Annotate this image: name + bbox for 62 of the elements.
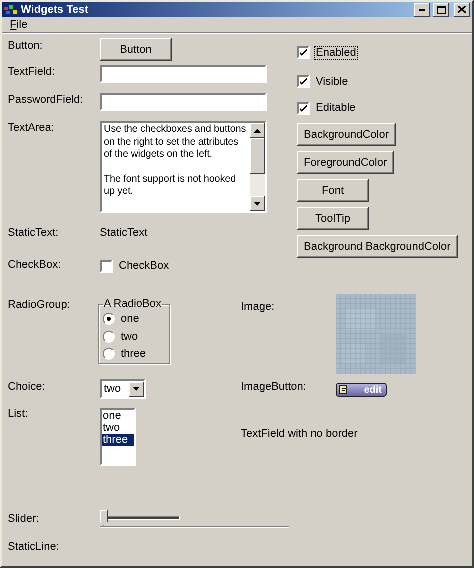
push-button[interactable]: BackgroundColor xyxy=(297,123,396,146)
radio-label[interactable]: two xyxy=(121,330,138,342)
dropdown[interactable]: two xyxy=(100,379,146,399)
push-button[interactable]: Font xyxy=(297,179,369,202)
checkbox[interactable] xyxy=(297,75,310,88)
up-arrow-icon xyxy=(254,128,261,132)
field-label: TextField: xyxy=(8,65,56,78)
radio-label[interactable]: one xyxy=(121,312,140,325)
text-area[interactable]: Use the checkboxes and buttons on the right to set the attributes of the widgets on the left. The font support is not hooked up yet. xyxy=(100,121,267,213)
field-label: Choice: xyxy=(8,380,46,393)
checkbox-label[interactable]: Visible xyxy=(315,76,350,88)
app-icon xyxy=(4,4,18,15)
push-button[interactable]: Background BackgroundColor xyxy=(297,235,458,258)
field-label: Image: xyxy=(241,300,276,313)
checkbox[interactable] xyxy=(100,260,113,272)
close-icon xyxy=(458,6,466,14)
menu-item[interactable]: File xyxy=(8,18,30,31)
checkbox[interactable] xyxy=(297,46,310,59)
radio-button[interactable] xyxy=(103,348,115,360)
push-button[interactable]: Button xyxy=(100,38,172,61)
text-field[interactable] xyxy=(100,65,267,83)
note-icon xyxy=(339,385,349,395)
checkbox-label[interactable]: CheckBox xyxy=(118,260,170,272)
radio-button[interactable] xyxy=(103,330,115,342)
password-field[interactable] xyxy=(100,93,267,111)
list-item[interactable]: three xyxy=(102,434,134,446)
minimize-button[interactable] xyxy=(414,2,430,17)
minimize-icon xyxy=(419,8,425,11)
checkmark-icon xyxy=(299,48,308,57)
push-button[interactable]: ToolTip xyxy=(297,207,369,230)
maximize-button[interactable] xyxy=(433,2,449,17)
field-label: StaticText: xyxy=(8,226,60,239)
checkbox-label[interactable]: Editable xyxy=(315,102,357,114)
checkmark-icon xyxy=(299,77,308,86)
field-label: List: xyxy=(8,408,30,420)
push-button[interactable]: ForegroundColor xyxy=(297,151,394,174)
field-label: Button: xyxy=(8,39,44,52)
field-label: TextArea: xyxy=(8,121,56,134)
field-label: RadioGroup: xyxy=(8,298,72,311)
checkbox[interactable] xyxy=(297,102,310,114)
window-title: Widgets Test xyxy=(21,4,90,16)
checkbox-label[interactable]: Enabled xyxy=(315,46,358,58)
field-label: PasswordField: xyxy=(8,93,84,106)
field-label: CheckBox: xyxy=(8,258,62,271)
radio-button[interactable] xyxy=(103,312,115,325)
slider-thumb[interactable] xyxy=(100,510,108,526)
borderless-text-field[interactable]: TextField with no border xyxy=(241,408,472,440)
static-text: StaticText xyxy=(100,226,148,239)
checkmark-icon xyxy=(299,104,308,112)
down-arrow-icon xyxy=(133,387,140,391)
scrollbar[interactable] xyxy=(250,123,265,211)
field-label: ImageButton: xyxy=(241,380,308,393)
group-title: A RadioBox xyxy=(103,298,162,310)
maximize-icon xyxy=(436,6,446,14)
field-label: Slider: xyxy=(8,512,40,525)
down-arrow-icon xyxy=(254,202,261,206)
paragraph: Use the checkboxes and buttons on the right to set the attributes of the widgets on the left. xyxy=(104,124,248,162)
slider[interactable] xyxy=(100,510,180,526)
paragraph: The font support is not hooked up yet. xyxy=(104,174,238,198)
close-button[interactable] xyxy=(454,2,470,17)
field-label: StaticLine: xyxy=(8,540,60,553)
radio-label[interactable]: three xyxy=(121,348,146,360)
